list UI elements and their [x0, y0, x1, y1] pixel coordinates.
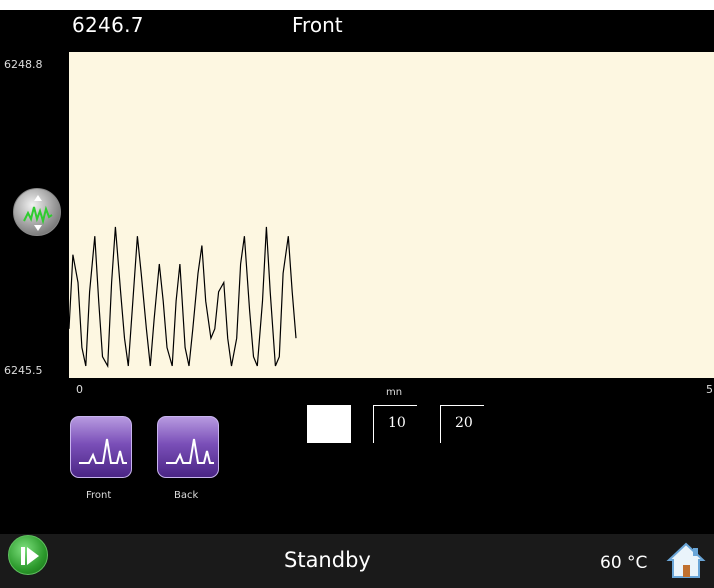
- signal-readout: 6246.7: [72, 13, 144, 37]
- channel-title: Front: [292, 13, 343, 37]
- play-next-icon: [21, 547, 39, 565]
- x-axis-unit-label: mn: [386, 387, 403, 398]
- x-axis-min-label: 0: [76, 383, 83, 396]
- chromatogram-icon: [166, 438, 214, 464]
- y-axis-min-label: 6245.5: [4, 364, 43, 377]
- vertical-zoom-button[interactable]: [13, 188, 61, 236]
- status-text: Standby: [284, 548, 371, 572]
- top-bezel: [0, 0, 714, 10]
- chromatogram-plot[interactable]: [69, 52, 714, 378]
- play-button[interactable]: [8, 535, 48, 575]
- x-axis-max-label: 5: [706, 383, 713, 396]
- front-button-label: Front: [86, 490, 112, 501]
- time-scale-field-b[interactable]: 20: [440, 405, 484, 443]
- chromatogram-icon: [79, 438, 127, 464]
- trace-line-0: [69, 226, 297, 369]
- home-icon: [666, 542, 706, 578]
- back-signal-button[interactable]: [157, 416, 219, 478]
- temperature-readout: 60 °C: [600, 553, 648, 573]
- y-axis-max-label: 6248.8: [4, 58, 43, 71]
- zoom-vertical-icon: [23, 195, 53, 231]
- color-swatch[interactable]: [307, 405, 351, 443]
- home-button[interactable]: [666, 540, 706, 580]
- back-button-label: Back: [174, 490, 199, 501]
- chromatogram-svg: [69, 226, 297, 369]
- time-scale-field-a[interactable]: 10: [373, 405, 417, 443]
- front-signal-button[interactable]: [70, 416, 132, 478]
